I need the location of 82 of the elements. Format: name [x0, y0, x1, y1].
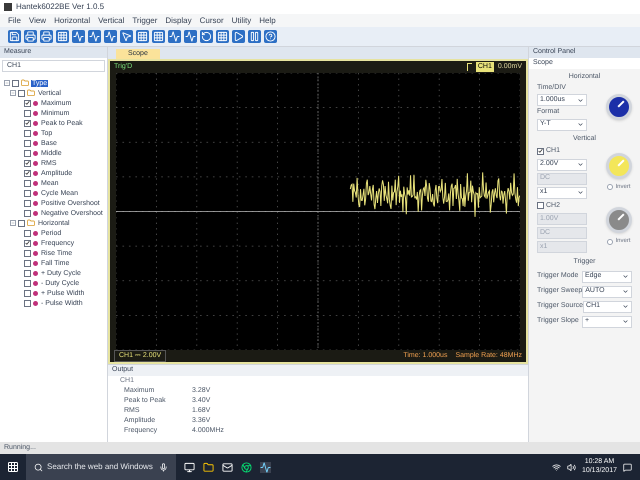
- checkbox[interactable]: [24, 180, 31, 186]
- checkbox[interactable]: [18, 220, 25, 226]
- checkbox[interactable]: [18, 90, 25, 96]
- collapse-icon[interactable]: [4, 80, 10, 86]
- grid-icon[interactable]: [216, 30, 229, 43]
- folder-icon[interactable]: [203, 462, 214, 472]
- menu-item[interactable]: Trigger: [132, 14, 158, 26]
- pause-icon[interactable]: [248, 30, 261, 43]
- app-icon: [4, 3, 12, 11]
- checkbox[interactable]: [24, 300, 31, 306]
- menu-item[interactable]: Vertical: [98, 14, 124, 26]
- checkbox[interactable]: [24, 130, 31, 136]
- grid-icon[interactable]: [56, 30, 69, 43]
- help-icon[interactable]: [264, 30, 277, 43]
- rotate-icon[interactable]: [200, 30, 213, 43]
- microphone-icon[interactable]: [159, 462, 168, 472]
- grid-icon[interactable]: [136, 30, 149, 43]
- checkbox[interactable]: [24, 120, 31, 126]
- pulse-icon[interactable]: [184, 30, 197, 43]
- scope-app-icon[interactable]: [260, 462, 271, 472]
- menu-item[interactable]: View: [28, 14, 46, 26]
- checkbox[interactable]: [24, 260, 31, 266]
- caret-icon: [622, 273, 629, 280]
- volume-icon[interactable]: [566, 462, 576, 472]
- checkbox[interactable]: [24, 150, 31, 156]
- invert-radio[interactable]: [607, 238, 614, 245]
- task-view-icon[interactable]: [184, 462, 195, 472]
- checkbox[interactable]: [24, 200, 31, 206]
- print-icon[interactable]: [40, 30, 53, 43]
- mail-icon[interactable]: [222, 462, 233, 472]
- checkbox[interactable]: [12, 80, 19, 86]
- trigger-edge-icon: [466, 63, 472, 71]
- menu-item[interactable]: Cursor: [200, 14, 224, 26]
- caret-icon: [622, 288, 629, 295]
- collapse-icon[interactable]: [10, 220, 16, 226]
- checkbox[interactable]: [24, 140, 31, 146]
- checkbox[interactable]: [24, 100, 31, 106]
- menu-item[interactable]: Help: [259, 14, 276, 26]
- caret-icon: [577, 96, 584, 104]
- checkbox[interactable]: [24, 280, 31, 286]
- checkbox[interactable]: [24, 240, 31, 246]
- menu-item[interactable]: Horizontal: [54, 14, 90, 26]
- caret-icon: [577, 189, 584, 196]
- caret-icon: [577, 121, 584, 128]
- grid-icon[interactable]: [152, 30, 165, 43]
- menu-item[interactable]: Utility: [232, 14, 252, 26]
- collapse-icon[interactable]: [10, 90, 16, 96]
- checkbox[interactable]: [24, 290, 31, 296]
- checkbox[interactable]: [24, 190, 31, 196]
- folder-icon: [27, 219, 35, 227]
- pulse-icon[interactable]: [104, 30, 117, 43]
- checkbox[interactable]: [24, 170, 31, 176]
- window-title: Hantek6022BE Ver 1.0.5: [16, 1, 104, 13]
- checkbox[interactable]: [537, 202, 544, 210]
- checkbox[interactable]: [24, 110, 31, 116]
- notification-icon[interactable]: [623, 462, 632, 472]
- search-icon: [34, 462, 43, 472]
- network-icon[interactable]: [552, 462, 561, 472]
- pointer-icon[interactable]: [120, 30, 133, 43]
- knob[interactable]: [606, 94, 632, 120]
- checkbox[interactable]: [24, 160, 31, 166]
- caret-icon: [622, 318, 629, 325]
- caret-icon: [622, 303, 629, 310]
- caret-icon: [577, 161, 584, 168]
- play-icon[interactable]: [232, 30, 245, 43]
- invert-radio[interactable]: [607, 184, 614, 190]
- folder-icon: [21, 79, 29, 87]
- checkbox[interactable]: [24, 210, 31, 216]
- save-icon[interactable]: [8, 30, 21, 43]
- pulse-icon[interactable]: [168, 30, 181, 43]
- menu-item[interactable]: Display: [165, 14, 192, 26]
- search-field[interactable]: Search the web and Windows: [26, 454, 176, 480]
- print-icon[interactable]: [24, 30, 37, 43]
- menu-item[interactable]: File: [8, 14, 21, 26]
- checkbox[interactable]: [24, 230, 31, 236]
- pulse-icon[interactable]: [88, 30, 101, 43]
- folder-icon: [27, 89, 35, 97]
- pulse-icon[interactable]: [72, 30, 85, 43]
- checkbox[interactable]: [24, 250, 31, 256]
- checkbox[interactable]: [537, 148, 544, 155]
- checkbox[interactable]: [24, 270, 31, 276]
- browser-icon[interactable]: [241, 462, 252, 472]
